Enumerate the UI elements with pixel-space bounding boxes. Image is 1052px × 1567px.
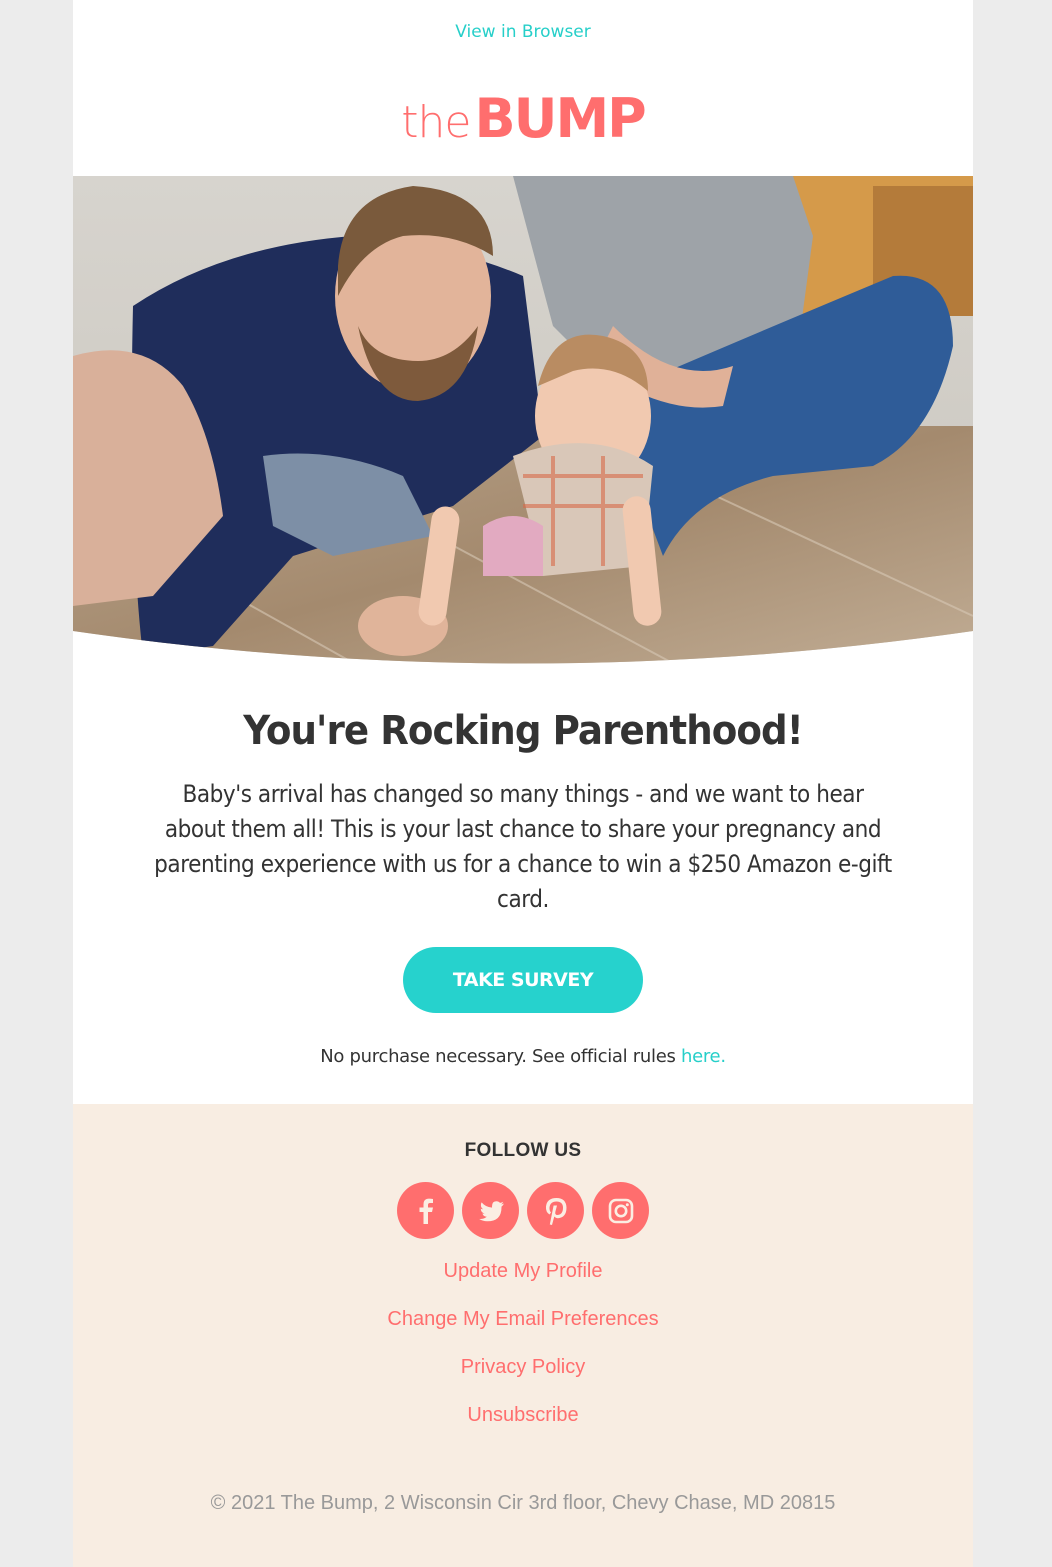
instagram-icon (608, 1198, 633, 1223)
update-profile-link[interactable]: Update My Profile (73, 1259, 973, 1307)
privacy-policy-link[interactable]: Privacy Policy (73, 1355, 973, 1403)
hero-photo (73, 176, 973, 664)
pinterest-link[interactable] (527, 1182, 584, 1239)
view-in-browser-link[interactable]: View in Browser (73, 22, 973, 42)
facebook-link[interactable] (397, 1182, 454, 1239)
logo-bump: BUMP (474, 87, 646, 150)
twitter-icon (478, 1200, 504, 1221)
email-preferences-link[interactable]: Change My Email Preferences (73, 1307, 973, 1355)
the-bump-logo[interactable]: theBUMP (73, 92, 973, 146)
body-text: Baby's arrival has changed so many thing… (154, 780, 892, 913)
logo-the: the (401, 97, 471, 148)
hero-image (73, 176, 973, 674)
headline: You're Rocking Parenthood! (243, 708, 803, 754)
email-container: View in Browser theBUMP You're Rocking P… (73, 0, 973, 1567)
footer: FOLLOW US Update My Profile Change My Em… (73, 1104, 973, 1567)
pinterest-icon (545, 1197, 566, 1225)
follow-us-heading: FOLLOW US (464, 1140, 582, 1161)
facebook-icon (419, 1198, 433, 1224)
disclaimer-text: No purchase necessary. See official rule… (320, 1046, 681, 1067)
twitter-link[interactable] (462, 1182, 519, 1239)
footer-links: Update My Profile Change My Email Prefer… (73, 1259, 973, 1451)
unsubscribe-link[interactable]: Unsubscribe (73, 1403, 973, 1451)
copyright-text: © 2021 The Bump, 2 Wisconsin Cir 3rd flo… (210, 1492, 836, 1514)
social-links (73, 1182, 973, 1239)
instagram-link[interactable] (592, 1182, 649, 1239)
take-survey-button[interactable]: TAKE SURVEY (403, 947, 643, 1013)
disclaimer: No purchase necessary. See official rule… (73, 1046, 973, 1067)
official-rules-link[interactable]: here. (681, 1046, 726, 1067)
